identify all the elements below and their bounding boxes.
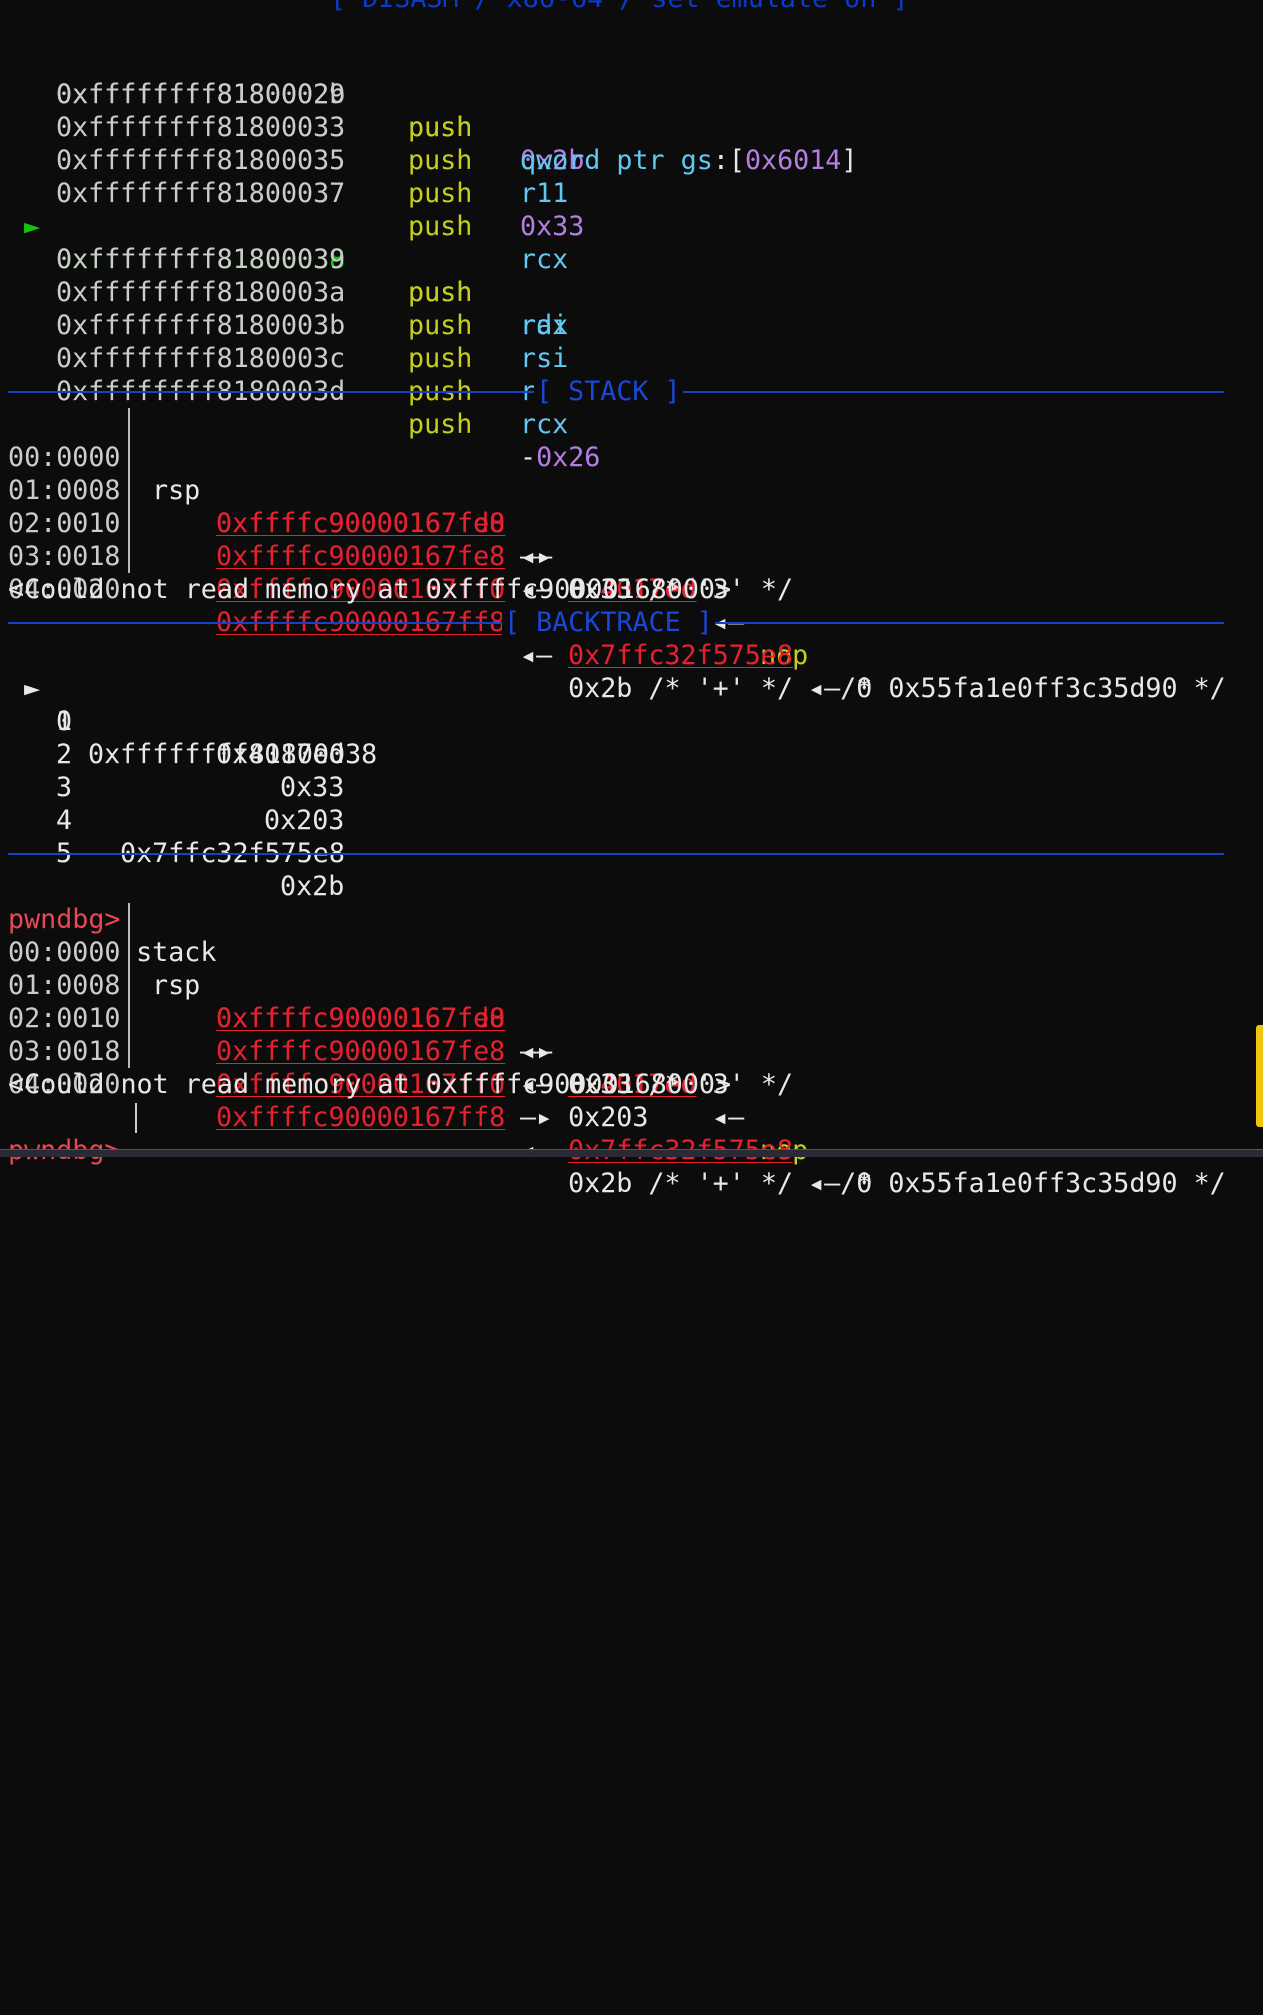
- disasm-address: 0xffffffff81800037: [56, 178, 346, 209]
- disasm-row: 0xffffffff8180002b push qword ptr gs:[0x…: [0, 45, 857, 176]
- stack-row: 04:0020 0xffffc90000167ff8 ◂— 0x2b /* '+…: [0, 540, 793, 704]
- input-line[interactable]: pwndbg>: [0, 1101, 120, 1166]
- stack-value: 0x2b /* '+' */: [552, 673, 794, 704]
- window-bottom-edge: [0, 1149, 1263, 1157]
- backtrace-row: 3 0x203: [0, 738, 344, 836]
- disasm-operand: -0x26: [520, 442, 601, 473]
- disasm-mnemonic: push: [408, 211, 473, 242]
- stack-address-link[interactable]: 0xffffc90000167fe0: [216, 1002, 505, 1035]
- disasm-header-partial: [ DISASM / x86-64 / set emulate on ]: [330, 0, 908, 15]
- stack-row: 02:0010 0xffffc90000167fe8 ◂— 0x203: [0, 969, 648, 1133]
- scrollbar-thumb[interactable]: [1256, 1025, 1263, 1127]
- frame-address: 0x2b: [280, 871, 345, 902]
- pointer-arrow: ◂—: [520, 541, 553, 572]
- disasm-mnemonic: push: [408, 409, 473, 440]
- disasm-row: 0xffffffff81800033 push r11: [0, 78, 568, 209]
- backtrace-row: 5 0x2b: [0, 804, 344, 902]
- separator-rule: [8, 853, 1224, 855]
- frame-address: 0x4017ed: [216, 739, 345, 770]
- pointer-arrow: —▸: [520, 1102, 553, 1133]
- disasm-operand: rdi: [520, 310, 569, 341]
- text-cursor: [135, 1103, 137, 1133]
- pointer-arrow: ◂—: [520, 1036, 553, 1067]
- command-text: stack: [120, 937, 217, 968]
- stack-address-link[interactable]: 0xffffc90000167fe0: [216, 507, 505, 540]
- disasm-address: 0xffffffff81800035: [56, 145, 346, 176]
- disasm-row: 0xffffffff8180003a push rsi: [0, 243, 568, 374]
- disasm-mnemonic: push: [408, 112, 473, 143]
- disasm-address: 0xffffffff8180003a: [56, 277, 346, 308]
- stack-row: 01:0008 0xffffc90000167fe0 ◂— 0x33 /* '3…: [0, 936, 793, 1100]
- stack-row: 01:0008 0xffffc90000167fe0 ◂— 0x33 /* '3…: [0, 441, 793, 605]
- backtrace-row: 2 0x33: [0, 705, 344, 803]
- disasm-address: 0xffffffff8180003c: [56, 343, 346, 374]
- stack-value: ◂— 0: [792, 673, 873, 704]
- stack-value: ◂— 0: [792, 1168, 873, 1199]
- disasm-operand: rcx: [520, 244, 569, 275]
- disasm-address: 0xffffffff8180003b: [56, 310, 346, 341]
- disasm-address: 0xffffffff81800039: [56, 244, 346, 275]
- read-error-message: <Could not read memory at 0xffffc9000016…: [8, 574, 732, 605]
- stack-row: 03:0018 0xffffc90000167ff0 —▸ 0x7ffc32f5…: [0, 507, 872, 704]
- disasm-address: 0xffffffff8180002b: [56, 79, 346, 110]
- disasm-operand: qword ptr gs:[0x6014]: [520, 145, 858, 176]
- backtrace-row: 4 0x7ffc32f575e8: [0, 771, 345, 869]
- end-separator: [8, 837, 1224, 870]
- stack-row: 00:0000 rsp 0xffffc90000167fd8 —▸ 0x4017…: [0, 408, 1226, 704]
- frame-address: 0x33: [280, 772, 345, 803]
- disasm-mnemonic: push: [408, 343, 473, 374]
- stack-title: [ STACK ]: [534, 375, 683, 408]
- disasm-address: 0xffffffff81800033: [56, 112, 346, 143]
- disasm-operand: rsi: [520, 343, 569, 374]
- stack-divider: [128, 408, 130, 573]
- stack-row: 04:0020 0xffffc90000167ff8 ◂— 0x2b /* '+…: [0, 1035, 793, 1199]
- backtrace-row: ► 0 0xffffffff81800038: [0, 639, 377, 770]
- stack-address-link[interactable]: 0xffffc90000167ff8: [216, 1101, 505, 1134]
- stack-value: ◂—: [696, 1102, 761, 1133]
- stack-address-link[interactable]: 0xffffc90000167fe8: [216, 540, 505, 573]
- disasm-mnemonic: push: [408, 310, 473, 341]
- backtrace-separator: [ BACKTRACE ]: [8, 606, 1224, 639]
- read-error-message: <Could not read memory at 0xffffc9000016…: [8, 1069, 732, 1100]
- disasm-mnemonic: push: [408, 178, 473, 209]
- stack-separator: [ STACK ]: [8, 375, 1224, 408]
- disasm-row: 0xffffffff81800039 push rdi: [0, 210, 568, 341]
- stack-target-link[interactable]: 0x7ffc32f575e8: [568, 639, 793, 672]
- disasm-row: 0xffffffff8180003d push -0x26: [0, 342, 600, 473]
- disasm-row: 0xffffffff81800037 push rcx: [0, 144, 568, 275]
- pointer-arrow: ◂—: [520, 640, 553, 671]
- disasm-row: 0xffffffff81800029 push 0x2b: [0, 12, 584, 176]
- backtrace-title: [ BACKTRACE ]: [502, 606, 715, 639]
- backtrace-row: 1 0x4017ed: [0, 672, 345, 770]
- stack-row: 02:0010 0xffffc90000167fe8 ◂— 0x203: [0, 474, 648, 638]
- stack-divider: [128, 903, 130, 1068]
- command-line: pwndbg> stack: [0, 870, 216, 968]
- terminal-window[interactable]: [ DISASM / x86-64 / set emulate on ] 0xf…: [0, 0, 1263, 1199]
- disasm-row: 0xffffffff8180003c push rcx: [0, 309, 568, 440]
- disasm-row-current: ► 0xffffffff81800038 push rax: [0, 177, 568, 341]
- stack-register: rsp: [152, 475, 201, 506]
- stack-row: 00:0000 rsp 0xffffc90000167fd8 —▸ 0x4017…: [0, 903, 1226, 1199]
- disasm-mnemonic: push: [408, 277, 473, 308]
- stack-value: 0x203: [552, 1102, 649, 1133]
- disasm-operand: rcx: [520, 409, 569, 440]
- frame-address: 0x203: [264, 805, 345, 836]
- disasm-operand: 0x33: [520, 211, 585, 242]
- disasm-mnemonic: push: [408, 145, 473, 176]
- stack-address-link[interactable]: 0xffffc90000167fe8: [216, 1035, 505, 1068]
- stack-register: rsp: [152, 970, 201, 1001]
- stack-value: 0x2b /* '+' */: [552, 1168, 794, 1199]
- disasm-operand: r11: [520, 178, 569, 209]
- disasm-row: 0xffffffff81800035 push 0x33: [0, 111, 584, 242]
- stack-row: 03:0018 0xffffc90000167ff0 —▸ 0x7ffc32f5…: [0, 1002, 872, 1199]
- disasm-row: 0xffffffff8180003b push rdx: [0, 276, 568, 407]
